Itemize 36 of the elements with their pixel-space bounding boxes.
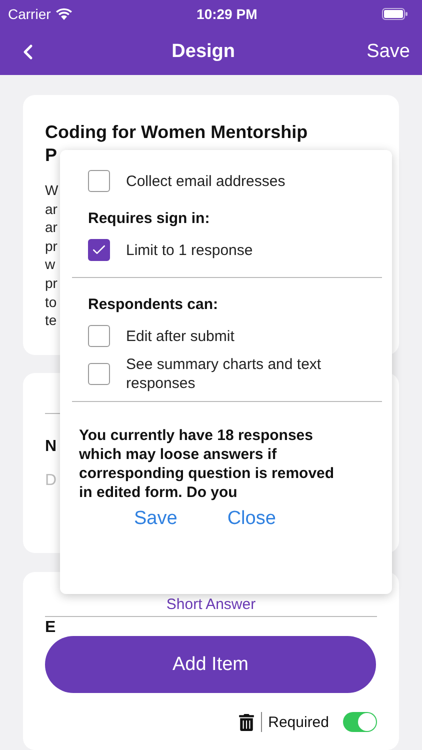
option-label: See summary charts and text responses	[126, 355, 322, 393]
question-title: N	[45, 438, 57, 456]
form-title: P	[45, 144, 58, 167]
required-label: Required	[268, 714, 329, 730]
option-label: Limit to 1 response	[126, 240, 253, 260]
checkbox[interactable]	[88, 363, 110, 385]
save-button[interactable]: Save	[366, 40, 410, 62]
carrier-label: Carrier	[8, 6, 51, 22]
dialog-button[interactable]: Close	[227, 508, 276, 530]
description-text: W	[45, 181, 58, 200]
trash-icon[interactable]	[238, 714, 256, 730]
wifi-icon	[56, 8, 72, 20]
section-heading: Respondents can:	[88, 296, 220, 313]
checkbox[interactable]	[88, 170, 110, 192]
section-heading: Requires sign in:	[88, 210, 211, 227]
checkbox[interactable]	[88, 239, 110, 261]
description-text: pr	[45, 236, 58, 256]
dialog-button[interactable]: Save	[134, 508, 178, 530]
checkbox[interactable]	[88, 325, 110, 347]
description-text: w	[45, 255, 56, 274]
description-text: ar	[45, 218, 58, 237]
warning-text: You currently have 18 responses which may loose answers if corresponding question is removed in edited form. Do you	[79, 426, 336, 502]
question-title: E	[45, 620, 56, 636]
add-item-button[interactable]: Add Item	[45, 636, 376, 693]
answer-type-label[interactable]: Short Answer	[45, 596, 377, 613]
screen-title: Design	[172, 40, 236, 62]
option-label: Edit after submit	[126, 326, 234, 346]
status-time: 10:29 PM	[196, 6, 258, 22]
description-text: te	[45, 311, 57, 330]
form-title: Coding for Women Mentorship	[45, 121, 308, 144]
description-text: pr	[45, 274, 58, 293]
battery-icon	[382, 8, 408, 20]
required-toggle[interactable]	[343, 712, 377, 732]
option-label: Collect email addresses	[126, 172, 286, 190]
description-text: ar	[45, 200, 58, 218]
description-text: to	[45, 292, 57, 312]
